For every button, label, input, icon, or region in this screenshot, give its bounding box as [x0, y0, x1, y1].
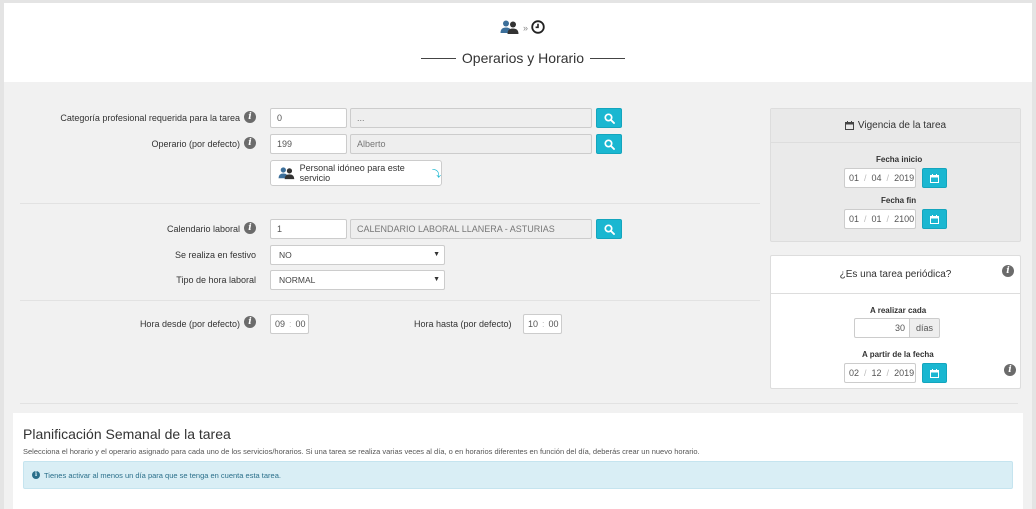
- hora-hasta-mm: 00: [548, 319, 559, 329]
- a-partir-info-icon[interactable]: i: [1004, 364, 1016, 376]
- categoria-info-icon[interactable]: i: [244, 111, 256, 123]
- calendario-code-input[interactable]: 1: [270, 219, 347, 239]
- a-partir-calendar-button[interactable]: [922, 363, 947, 383]
- search-icon: [603, 112, 615, 124]
- a-partir-year: 2019: [894, 368, 915, 378]
- calendar-icon: [930, 173, 939, 183]
- time-separator: :: [542, 319, 545, 329]
- tipo-hora-value: NORMAL: [279, 275, 316, 285]
- tipo-hora-label: Tipo de hora laboral: [176, 275, 256, 285]
- calendario-search-button[interactable]: [596, 219, 622, 239]
- operario-info-icon[interactable]: i: [244, 137, 256, 149]
- operario-search-button[interactable]: [596, 134, 622, 154]
- calendar-icon: [844, 121, 854, 130]
- fecha-inicio-calendar-button[interactable]: [922, 168, 947, 188]
- periodica-panel: ¿Es una tarea periódica? i A realizar ca…: [770, 255, 1021, 389]
- a-partir-month: 12: [871, 368, 882, 378]
- fecha-inicio-month: 04: [871, 173, 882, 183]
- realizar-cada-unit: días: [910, 318, 940, 338]
- hora-desde-label: Hora desde (por defecto): [139, 319, 240, 329]
- tipo-hora-select[interactable]: NORMAL ▼: [270, 270, 445, 290]
- a-partir-input[interactable]: 02/ 12/ 2019: [844, 363, 916, 383]
- calendar-icon: [930, 368, 939, 378]
- search-icon: [603, 138, 615, 150]
- categoria-name-field: ...: [350, 108, 592, 128]
- form-divider-2: [20, 300, 760, 301]
- search-icon: [603, 223, 615, 235]
- fecha-fin-month: 01: [871, 214, 882, 224]
- realizar-cada-input[interactable]: 30: [854, 318, 910, 338]
- step-separator: »: [523, 23, 529, 33]
- hora-hasta-label: Hora hasta (por defecto): [414, 319, 512, 329]
- fecha-fin-calendar-button[interactable]: [922, 209, 947, 229]
- page-title: Operarios y Horario: [461, 50, 585, 66]
- calendario-info-icon[interactable]: i: [244, 222, 256, 234]
- form-divider-1: [20, 203, 760, 204]
- caret-down-icon: ▼: [433, 251, 440, 258]
- title-rule-right: [590, 57, 625, 59]
- caret-down-icon: ▼: [433, 276, 440, 283]
- periodica-info-icon[interactable]: i: [1002, 265, 1014, 277]
- personal-idoneo-label: Personal idóneo para este servicio: [299, 163, 405, 183]
- fecha-fin-label: Fecha fin: [881, 196, 917, 205]
- categoria-search-button[interactable]: [596, 108, 622, 128]
- info-alert-text: Tienes activar al menos un día para que …: [44, 470, 281, 480]
- planificacion-section: Planificación Semanal de la tarea Selecc…: [13, 413, 1023, 509]
- hora-desde-info-icon[interactable]: i: [244, 316, 256, 328]
- periodica-header: ¿Es una tarea periódica?: [771, 256, 1020, 294]
- festivo-value: NO: [279, 250, 292, 260]
- hora-desde-input[interactable]: 09 : 00: [270, 314, 309, 334]
- page-title-wrap: Operarios y Horario: [421, 49, 625, 67]
- arrow-down-icon: ⤵: [431, 168, 441, 179]
- users-icon[interactable]: [500, 19, 520, 37]
- fecha-fin-input[interactable]: 01/ 01/ 2100: [844, 209, 916, 229]
- title-rule-left: [421, 57, 456, 59]
- personal-idoneo-button[interactable]: Personal idóneo para este servicio ⤵: [270, 160, 442, 186]
- categoria-code-input[interactable]: 0: [270, 108, 347, 128]
- operario-name-field: Alberto: [350, 134, 592, 154]
- calendar-icon: [930, 214, 939, 224]
- vigencia-title: Vigencia de la tarea: [857, 120, 947, 131]
- fecha-inicio-label: Fecha inicio: [876, 155, 923, 164]
- vigencia-panel: Vigencia de la tarea Fecha inicio 01/ 04…: [770, 108, 1021, 242]
- fecha-inicio-day: 01: [849, 173, 860, 183]
- planificacion-description: Selecciona el horario y el operario asig…: [23, 447, 700, 456]
- form-divider-3: [20, 403, 1018, 404]
- hora-desde-mm: 00: [295, 319, 306, 329]
- info-alert: i Tienes activar al menos un día para qu…: [23, 461, 1013, 489]
- fecha-inicio-year: 2019: [894, 173, 915, 183]
- calendario-name-field: CALENDARIO LABORAL LLANERA - ASTURIAS: [350, 219, 592, 239]
- time-separator: :: [289, 319, 292, 329]
- operario-label: Operario (por defecto): [151, 139, 240, 149]
- festivo-label: Se realiza en festivo: [174, 250, 256, 260]
- a-partir-label: A partir de la fecha: [862, 350, 934, 359]
- hora-hasta-input[interactable]: 10 : 00: [523, 314, 562, 334]
- wizard-steps: »: [500, 19, 545, 37]
- realizar-cada-label: A realizar cada: [870, 306, 927, 315]
- periodica-title: ¿Es una tarea periódica?: [839, 269, 952, 280]
- fecha-inicio-input[interactable]: 01/ 04/ 2019: [844, 168, 916, 188]
- users-icon: [278, 167, 295, 180]
- clock-icon[interactable]: [531, 20, 545, 36]
- page-header: » Operarios y Horario: [4, 3, 1032, 82]
- info-circle-icon: i: [32, 471, 40, 479]
- vigencia-header: Vigencia de la tarea: [771, 109, 1020, 143]
- fecha-fin-year: 2100: [894, 214, 915, 224]
- planificacion-title: Planificación Semanal de la tarea: [23, 426, 231, 442]
- operario-code-input[interactable]: 199: [270, 134, 347, 154]
- fecha-fin-day: 01: [849, 214, 860, 224]
- a-partir-day: 02: [849, 368, 860, 378]
- festivo-select[interactable]: NO ▼: [270, 245, 445, 265]
- categoria-label: Categoría profesional requerida para la …: [60, 113, 240, 123]
- calendario-label: Calendario laboral: [166, 224, 240, 234]
- hora-hasta-hh: 10: [528, 319, 539, 329]
- hora-desde-hh: 09: [275, 319, 286, 329]
